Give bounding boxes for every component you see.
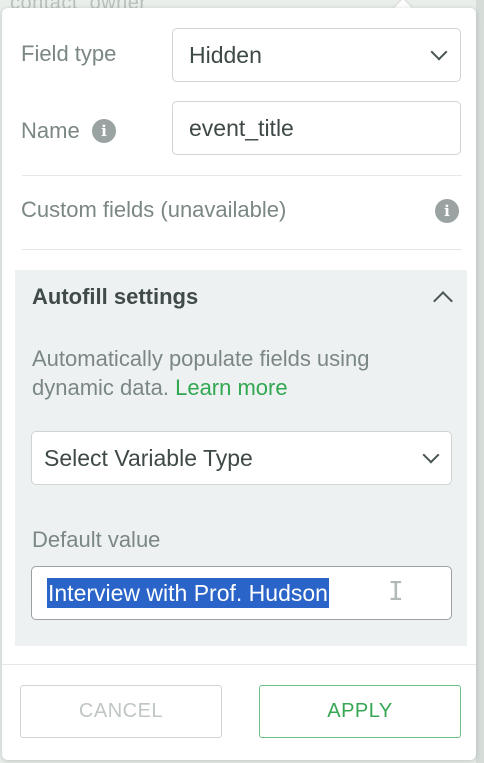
chevron-down-icon (422, 446, 440, 464)
autofill-description: Automatically populate fields using dyna… (32, 344, 452, 402)
variable-type-select[interactable]: Select Variable Type (31, 431, 452, 485)
chevron-up-icon[interactable] (433, 291, 453, 311)
autofill-settings-title: Autofill settings (32, 284, 199, 309)
apply-button[interactable]: APPLY (259, 685, 461, 738)
background-edge (476, 0, 484, 763)
name-label: Name (21, 118, 80, 143)
default-value-input[interactable]: Interview with Prof. Hudson I (31, 566, 452, 620)
text-cursor-icon: I (388, 577, 404, 607)
chevron-down-icon (430, 43, 448, 61)
default-value-text: Interview with Prof. Hudson (47, 578, 329, 608)
name-input[interactable]: event_title (172, 101, 461, 155)
divider (22, 175, 462, 176)
footer-divider (2, 664, 476, 665)
cancel-button[interactable]: CANCEL (20, 685, 222, 738)
custom-fields-label: Custom fields (unavailable) (21, 197, 287, 222)
info-icon[interactable]: i (435, 199, 459, 223)
info-icon[interactable]: i (92, 119, 116, 143)
default-value-label: Default value (32, 527, 161, 552)
variable-type-placeholder: Select Variable Type (44, 445, 253, 471)
autofill-settings-section: Autofill settings Automatically populate… (15, 270, 467, 646)
name-input-value: event_title (189, 115, 294, 141)
field-type-value: Hidden (189, 42, 262, 68)
field-settings-popover: Field type Hidden Name i event_title Cus… (2, 8, 476, 760)
divider (22, 249, 462, 250)
field-type-select[interactable]: Hidden (172, 28, 461, 82)
learn-more-link[interactable]: Learn more (175, 375, 288, 400)
field-type-label: Field type (21, 41, 117, 66)
